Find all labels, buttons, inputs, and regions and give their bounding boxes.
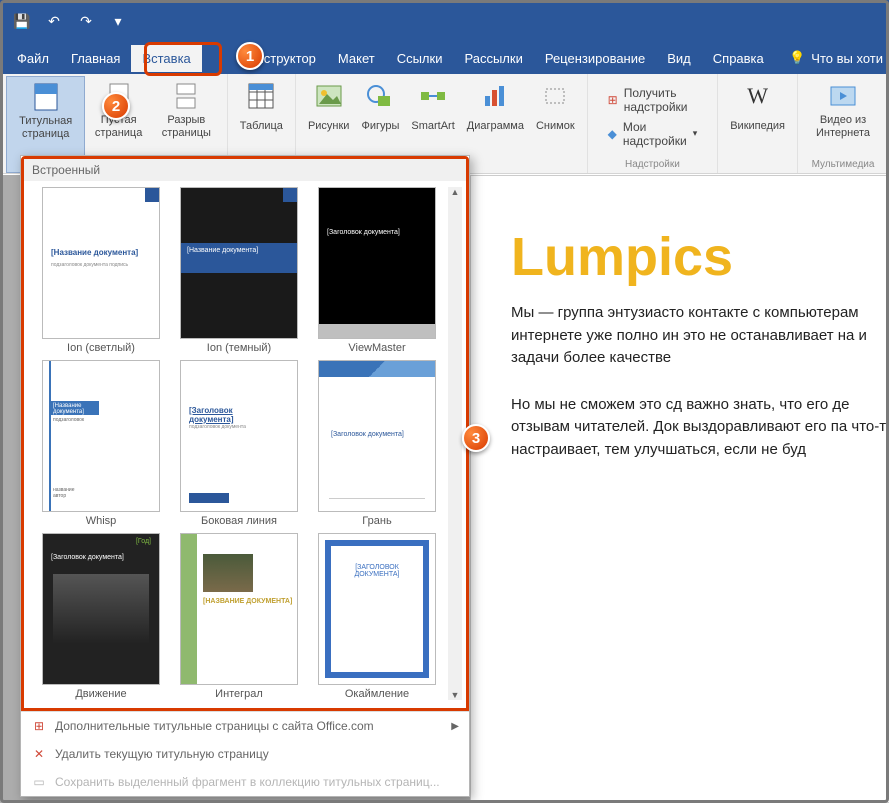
doc-paragraph: Но мы не сможем это сд важно знать, что … <box>511 394 889 462</box>
ribbon-tabs: Файл Главная Вставка Конструктор Макет С… <box>0 42 889 74</box>
tab-view[interactable]: Вид <box>656 45 702 72</box>
page-break-icon <box>170 80 202 112</box>
tab-references[interactable]: Ссылки <box>386 45 454 72</box>
tab-mailings[interactable]: Рассылки <box>453 45 533 72</box>
online-video-button[interactable]: Видео из Интернета <box>804 76 882 157</box>
pictures-icon <box>313 80 345 112</box>
gallery-item-ion-light[interactable]: [Название документа]подзаголовок докумен… <box>34 187 168 354</box>
gallery-item-facet[interactable]: [Заголовок документа]Грань <box>310 360 444 527</box>
screenshot-icon <box>539 80 571 112</box>
save-selection-button: ▭Сохранить выделенный фрагмент в коллекц… <box>21 768 469 796</box>
wikipedia-button[interactable]: WВикипедия <box>724 76 791 173</box>
chart-button[interactable]: Диаграмма <box>461 76 530 173</box>
gallery-scrollbar[interactable]: ▲▼ <box>448 187 462 700</box>
bulb-icon: 💡 <box>789 50 805 66</box>
addins-icon: ◆ <box>608 127 617 141</box>
gallery-item-motion[interactable]: [Год][Заголовок документа]Движение <box>34 533 168 700</box>
callout-1: 1 <box>236 42 264 70</box>
video-icon <box>827 80 859 112</box>
office-icon: ⊞ <box>31 718 47 734</box>
tab-layout[interactable]: Макет <box>327 45 386 72</box>
chart-icon <box>479 80 511 112</box>
tab-file[interactable]: Файл <box>6 45 60 72</box>
gallery-section-header: Встроенный <box>24 159 466 181</box>
cover-page-gallery: Встроенный [Название документа]подзаголо… <box>20 155 470 797</box>
redo-icon[interactable]: ↷ <box>72 7 100 35</box>
group-label-media: Мультимедиа <box>812 157 875 173</box>
gallery-item-banded[interactable]: [ЗАГОЛОВОК ДОКУМЕНТА]Окаймление <box>310 533 444 700</box>
scroll-down-icon[interactable]: ▼ <box>451 690 460 700</box>
scroll-up-icon[interactable]: ▲ <box>451 187 460 197</box>
gallery-item-ion-dark[interactable]: [Название документа]Ion (темный) <box>172 187 306 354</box>
tab-home[interactable]: Главная <box>60 45 131 72</box>
smartart-icon <box>417 80 449 112</box>
shapes-icon <box>364 80 396 112</box>
group-label-addins: Надстройки <box>625 157 680 173</box>
save-selection-icon: ▭ <box>31 774 47 790</box>
gallery-item-viewmaster[interactable]: [Заголовок документа]ViewMaster <box>310 187 444 354</box>
gallery-item-sideline[interactable]: [Заголовок документа]подзаголовок докуме… <box>172 360 306 527</box>
tab-design[interactable]: Конструктор <box>202 45 327 72</box>
my-addins-button[interactable]: ◆Мои надстройки▾ <box>604 117 702 151</box>
cover-page-icon <box>30 81 62 113</box>
get-addins-button[interactable]: ⊞Получить надстройки <box>604 83 702 117</box>
quick-access-toolbar: 💾 ↶ ↷ ▾ <box>8 7 132 35</box>
tab-help[interactable]: Справка <box>702 45 775 72</box>
tab-review[interactable]: Рецензирование <box>534 45 656 72</box>
gallery-item-whisp[interactable]: [Название документа]подзаголовокназвание… <box>34 360 168 527</box>
callout-2: 2 <box>102 92 130 120</box>
gallery-item-integral[interactable]: [НАЗВАНИЕ ДОКУМЕНТА]Интеграл <box>172 533 306 700</box>
wikipedia-icon: W <box>742 80 774 112</box>
doc-paragraph: Мы — группа энтузиасто контакте с компью… <box>511 302 889 370</box>
tell-me-search[interactable]: 💡Что вы хоти <box>789 50 883 66</box>
delete-icon: ✕ <box>31 746 47 762</box>
undo-icon[interactable]: ↶ <box>40 7 68 35</box>
remove-cover-page-button[interactable]: ✕Удалить текущую титульную страницу <box>21 740 469 768</box>
title-bar: 💾 ↶ ↷ ▾ <box>0 0 889 42</box>
callout-3: 3 <box>462 424 490 452</box>
qat-more-icon[interactable]: ▾ <box>104 7 132 35</box>
table-icon <box>245 80 277 112</box>
save-icon[interactable]: 💾 <box>8 7 36 35</box>
document-page: Lumpics Мы — группа энтузиасто контакте … <box>470 175 889 803</box>
tab-insert[interactable]: Вставка <box>131 45 201 72</box>
doc-heading: Lumpics <box>511 226 889 288</box>
more-cover-pages-button[interactable]: ⊞Дополнительные титульные страницы с сай… <box>21 712 469 740</box>
store-icon: ⊞ <box>608 93 618 107</box>
screenshot-button[interactable]: Снимок <box>530 76 581 173</box>
